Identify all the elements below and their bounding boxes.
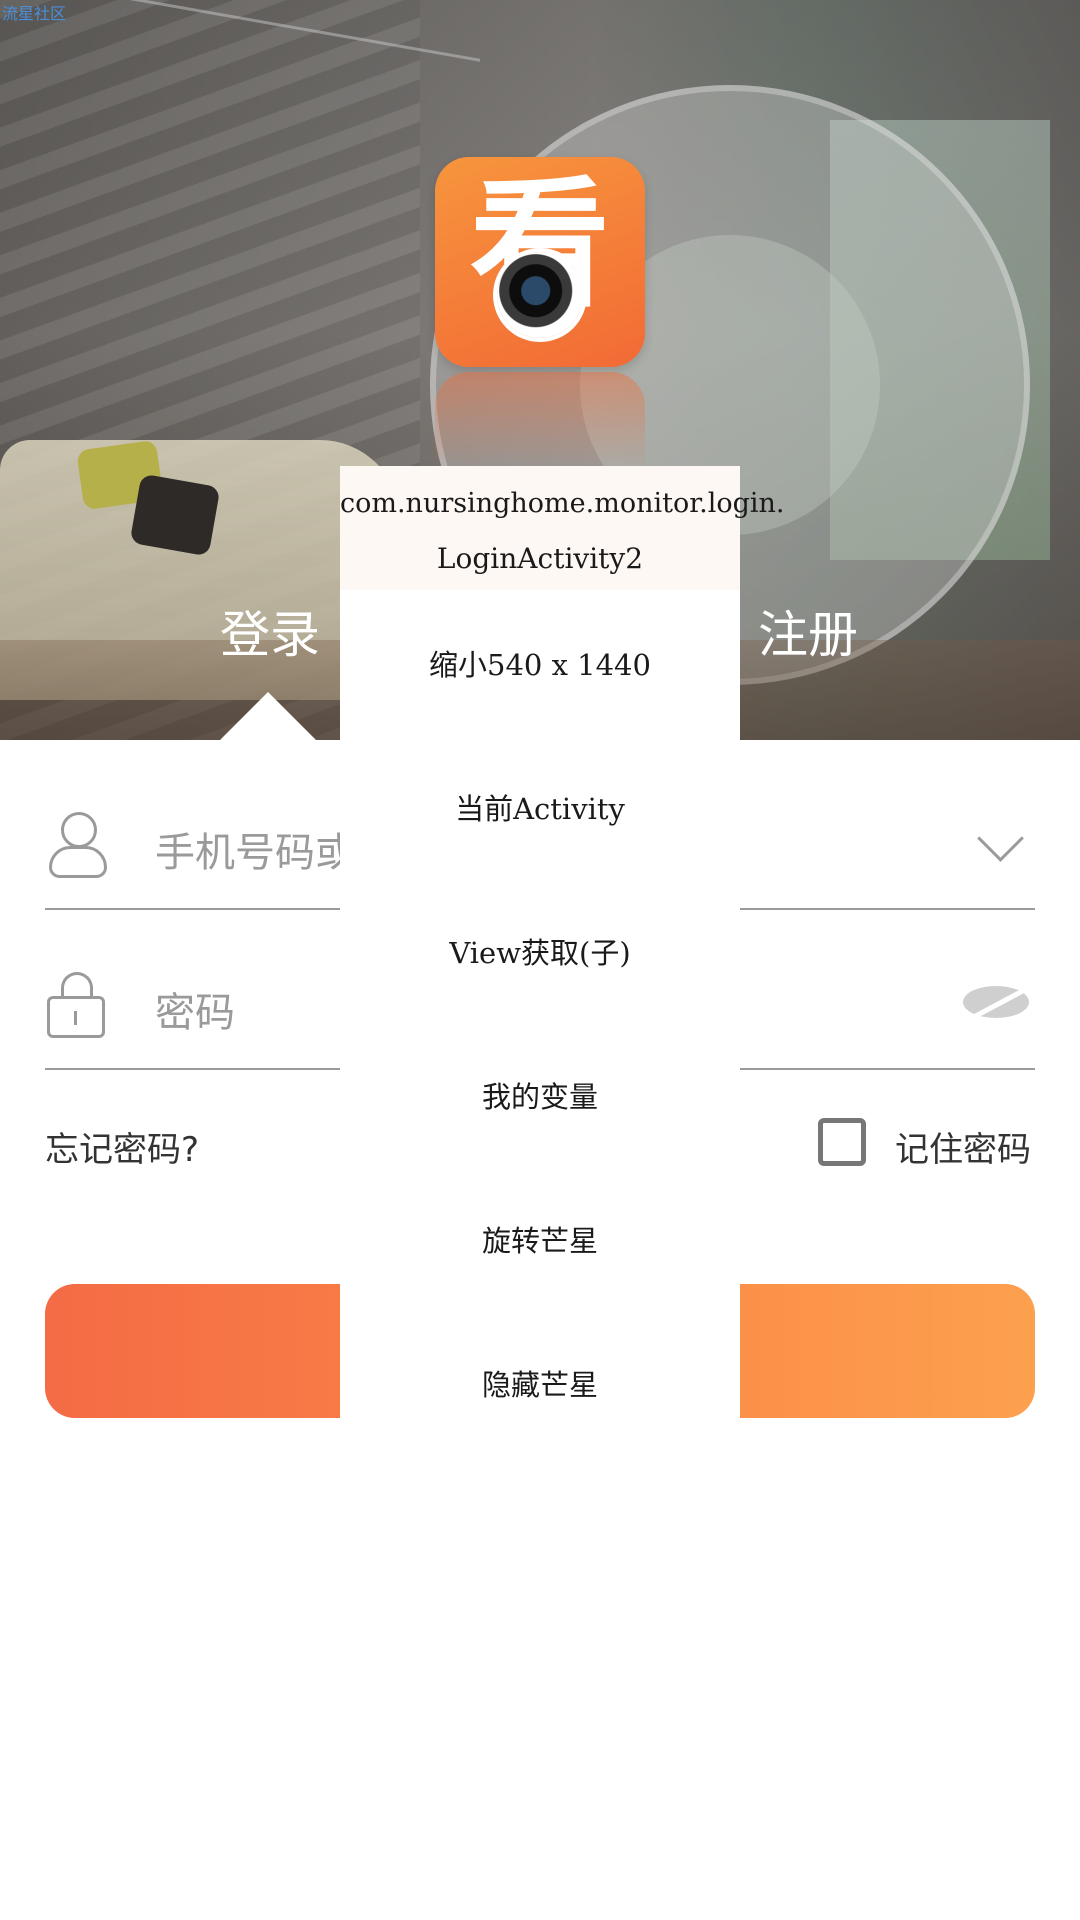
app-logo-icon: 看: [435, 157, 645, 367]
tab-login[interactable]: 登录: [220, 595, 320, 667]
remember-password-checkbox[interactable]: [818, 1118, 866, 1166]
activity-class: LoginActivity2: [436, 542, 644, 575]
user-icon: [49, 812, 107, 882]
tab-active-indicator: [220, 692, 316, 740]
activity-package: com.nursinghome.monitor.login.: [340, 488, 785, 519]
menu-item-my-variables[interactable]: 我的变量: [340, 1074, 740, 1116]
password-input-placeholder[interactable]: 密码: [155, 980, 235, 1038]
phone-input-placeholder[interactable]: 手机号码或: [155, 820, 355, 878]
camera-lens-icon: [497, 252, 583, 338]
remember-password-label[interactable]: 记住密码: [895, 1122, 1031, 1171]
menu-item-view-get-child[interactable]: View获取(子): [340, 930, 740, 972]
background-cushion: [129, 473, 221, 557]
current-activity-header: com.nursinghome.monitor.login. LoginActi…: [340, 466, 785, 590]
menu-item-current-activity[interactable]: 当前Activity: [340, 786, 740, 828]
menu-item-hide-star[interactable]: 隐藏芒星: [340, 1362, 740, 1404]
forgot-password-link[interactable]: 忘记密码?: [45, 1122, 199, 1171]
eye-hidden-icon[interactable]: [963, 982, 1035, 1022]
app-logo-reflection: [435, 372, 645, 472]
watermark-text: 流星社区: [2, 4, 67, 23]
lock-icon: [47, 972, 107, 1038]
tab-register[interactable]: 注册: [758, 595, 858, 667]
menu-item-rotate-star[interactable]: 旋转芒星: [340, 1218, 740, 1260]
chevron-down-icon[interactable]: [977, 815, 1024, 862]
debug-overlay-menu: com.nursinghome.monitor.login. LoginActi…: [340, 466, 785, 1566]
menu-item-shrink[interactable]: 缩小540 x 1440: [340, 642, 740, 684]
